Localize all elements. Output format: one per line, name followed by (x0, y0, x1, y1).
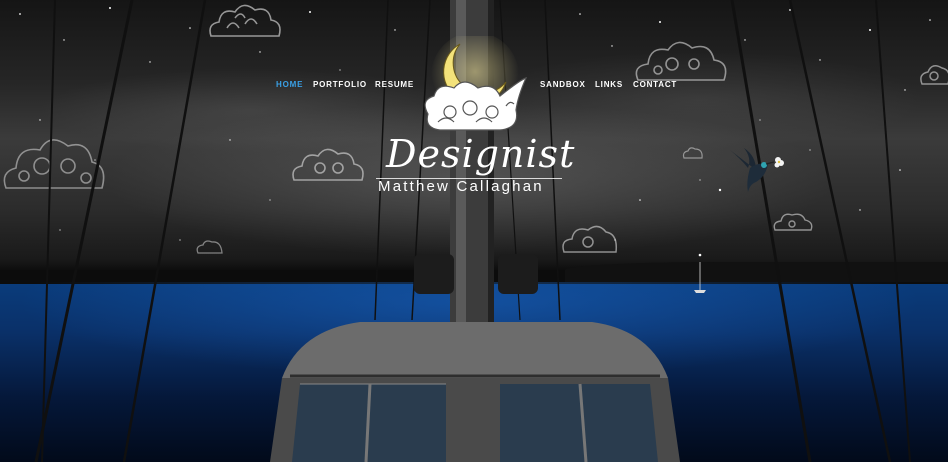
hummingbird-icon (730, 148, 784, 192)
nav-resume[interactable]: RESUME (375, 80, 414, 89)
hero-banner: HOME PORTFOLIO RESUME SANDBOX LINKS CONT… (0, 0, 948, 462)
nav-home[interactable]: HOME (276, 80, 303, 89)
nav-sandbox[interactable]: SANDBOX (540, 80, 586, 89)
nav-portfolio[interactable]: PORTFOLIO (313, 80, 367, 89)
brand-subtitle: Matthew Callaghan (378, 178, 544, 195)
brand-title: Designist (386, 132, 576, 176)
main-nav: HOME PORTFOLIO RESUME SANDBOX LINKS CONT… (0, 80, 948, 94)
brand-wordmark: Designist Matthew Callaghan (372, 132, 582, 212)
nav-links[interactable]: LINKS (595, 80, 623, 89)
nav-contact[interactable]: CONTACT (633, 80, 677, 89)
